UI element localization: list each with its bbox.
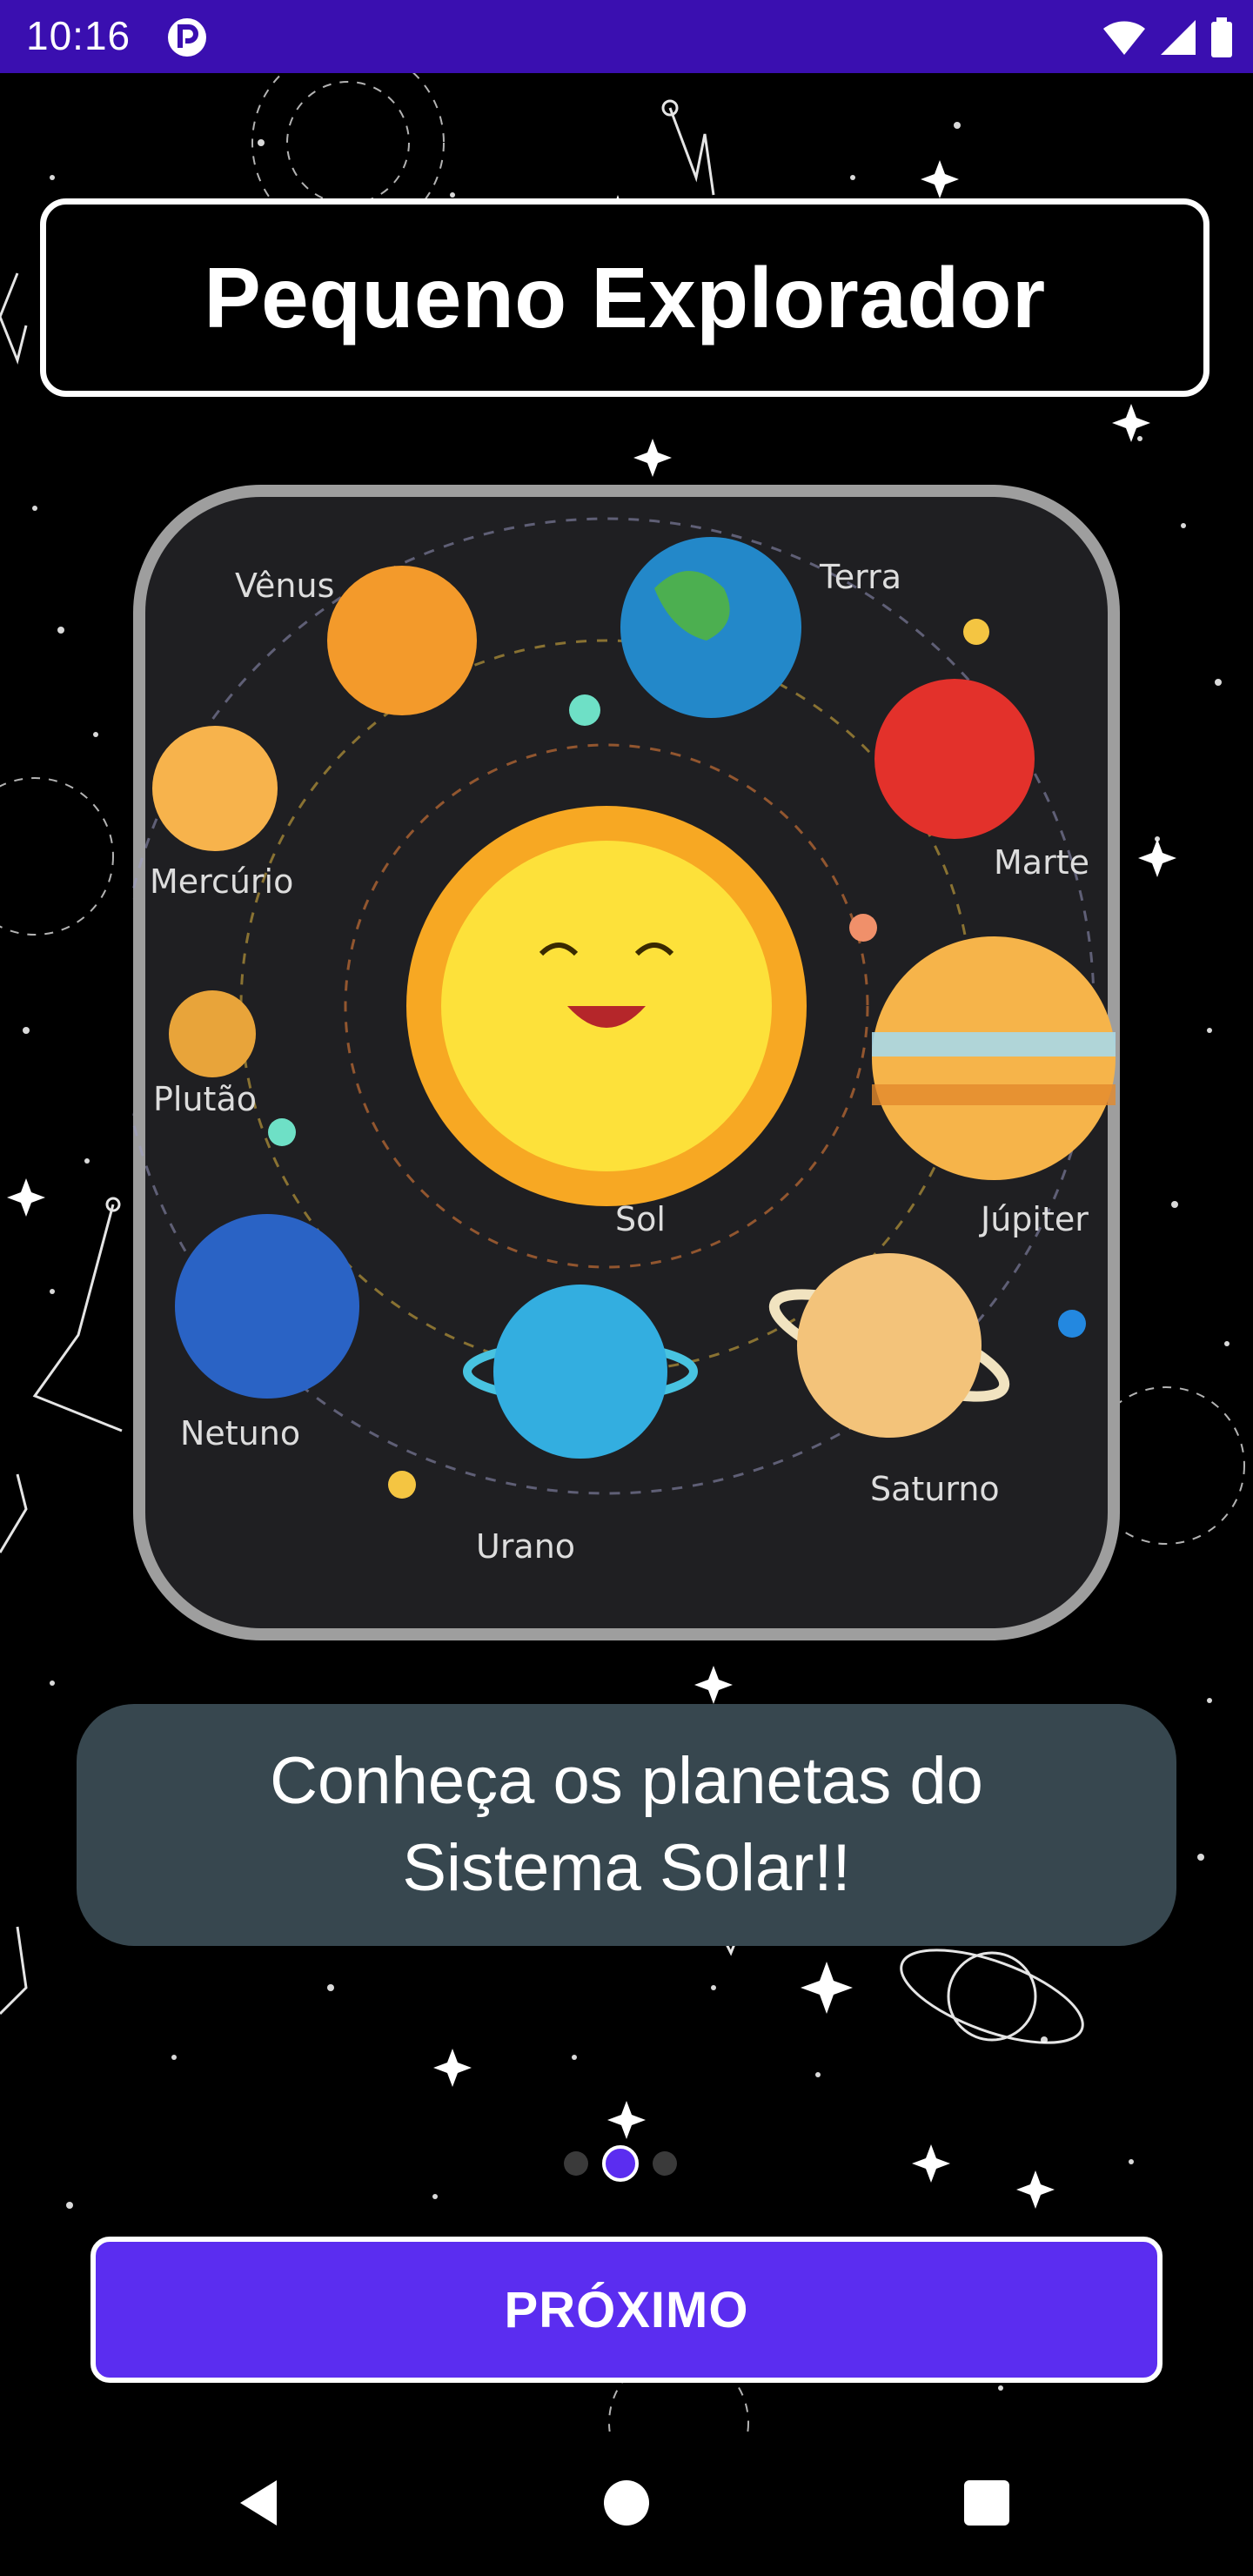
solar-system-illustration: Vênus Terra Marte Mercúrio Plutão Sol Jú… [132, 485, 1120, 1640]
page-dot-1[interactable] [564, 2151, 588, 2176]
signal-icon [1161, 20, 1196, 55]
page-dot-3[interactable] [653, 2151, 677, 2176]
label-urano: Urano [476, 1527, 575, 1566]
label-jupiter: Júpiter [979, 1200, 1089, 1238]
page-indicator [564, 2143, 694, 2184]
mercury-graphic [152, 726, 278, 851]
home-icon[interactable] [590, 2466, 663, 2539]
label-mercurio: Mercúrio [150, 862, 293, 901]
recents-icon[interactable] [950, 2466, 1023, 2539]
label-marte: Marte [994, 843, 1089, 882]
venus-graphic [327, 566, 477, 715]
title-box: Pequeno Explorador [40, 198, 1209, 397]
label-plutao: Plutão [153, 1080, 257, 1118]
app-screen: 10:16 Pequeno Explorador Vênus Terra Mar… [0, 0, 1253, 2576]
wifi-icon [1103, 21, 1145, 56]
saturn-graphic [797, 1253, 982, 1438]
label-venus: Vênus [235, 567, 334, 605]
mars-graphic [874, 679, 1035, 839]
next-button[interactable]: PRÓXIMO [90, 2237, 1163, 2383]
page-dot-2-active[interactable] [602, 2145, 639, 2182]
label-sol: Sol [615, 1200, 666, 1238]
label-saturno: Saturno [870, 1470, 1000, 1508]
message-text: Conheça os planetas do Sistema Solar!! [270, 1744, 983, 1905]
app-title: Pequeno Explorador [204, 249, 1046, 345]
sun-graphic [406, 806, 807, 1206]
neptune-graphic [175, 1214, 359, 1399]
status-icons [1102, 16, 1234, 59]
jupiter-graphic [872, 936, 1116, 1180]
battery-icon [1211, 17, 1232, 57]
app-notification-icon [168, 18, 206, 57]
label-netuno: Netuno [180, 1414, 300, 1452]
uranus-graphic [493, 1285, 667, 1459]
status-time: 10:16 [26, 13, 131, 58]
message-bubble: Conheça os planetas do Sistema Solar!! [77, 1704, 1176, 1946]
back-icon[interactable] [223, 2466, 296, 2539]
navigation-bar [0, 2432, 1253, 2576]
label-terra: Terra [819, 558, 901, 596]
pluto-graphic [169, 990, 256, 1077]
status-bar: 10:16 [0, 0, 1253, 73]
